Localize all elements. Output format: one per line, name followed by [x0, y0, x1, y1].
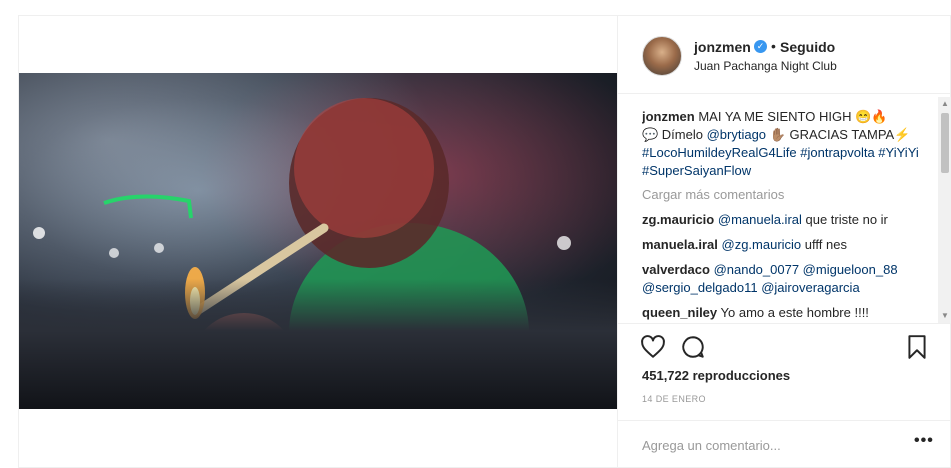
- scrollbar-thumb[interactable]: [941, 113, 949, 173]
- comment-text: ufff nes: [801, 237, 847, 252]
- post-date[interactable]: 14 DE ENERO: [642, 394, 706, 404]
- comment-username[interactable]: valverdaco: [642, 262, 710, 277]
- comments-list[interactable]: jonzmen MAI YA ME SIENTO HIGH 😁🔥 💬 Dímel…: [642, 108, 922, 338]
- load-more-comments-button[interactable]: Cargar más comentarios: [642, 186, 922, 204]
- comment-username[interactable]: manuela.iral: [642, 237, 718, 252]
- post-header: jonzmen ✓ • Seguido Juan Pachanga Night …: [618, 16, 951, 94]
- comment-text: que triste no ir: [801, 212, 888, 227]
- comment-item: valverdaco @nando_0077 @migueloon_88 @se…: [642, 261, 922, 297]
- comment-item: zg.mauricio @manuela.iral que triste no …: [642, 211, 922, 229]
- comment-mention[interactable]: @zg.mauricio: [722, 237, 802, 252]
- verified-badge-icon: ✓: [754, 40, 767, 53]
- photo-crowd: [19, 279, 617, 409]
- bookmark-icon[interactable]: [904, 334, 930, 360]
- caption-mention[interactable]: @brytiago: [707, 127, 766, 142]
- comment-input[interactable]: [642, 436, 882, 454]
- comment-username[interactable]: queen_niley: [642, 305, 717, 320]
- views-count[interactable]: 451,722 reproducciones: [642, 368, 790, 383]
- scroll-up-arrow-icon[interactable]: ▲: [940, 99, 950, 109]
- more-options-icon[interactable]: •••: [914, 432, 934, 450]
- add-comment-bar: •••: [618, 420, 951, 467]
- username-link[interactable]: jonzmen: [694, 39, 751, 55]
- scroll-down-arrow-icon[interactable]: ▼: [940, 311, 950, 321]
- caption-text-3: ✋🏽 GRACIAS TAMPA⚡: [766, 127, 911, 142]
- location-link[interactable]: Juan Pachanga Night Club: [694, 59, 837, 73]
- comment-username[interactable]: zg.mauricio: [642, 212, 714, 227]
- heart-icon[interactable]: [640, 334, 666, 360]
- comment-text: Yo amo a este hombre !!!!: [720, 305, 869, 320]
- caption-hashtags[interactable]: #LocoHumildeyRealG4Life #jontrapvolta #Y…: [642, 145, 919, 178]
- caption: jonzmen MAI YA ME SIENTO HIGH 😁🔥 💬 Dímel…: [642, 108, 922, 180]
- avatar[interactable]: [642, 36, 682, 76]
- caption-username[interactable]: jonzmen: [642, 109, 695, 124]
- caption-text-2: 💬 Dímelo: [642, 127, 707, 142]
- action-bar: [618, 323, 951, 368]
- comments-scrollbar[interactable]: ▲ ▼: [938, 97, 951, 323]
- follow-status-button[interactable]: Seguido: [780, 39, 835, 55]
- comment-mention[interactable]: @manuela.iral: [718, 212, 802, 227]
- caption-text-1: MAI YA ME SIENTO HIGH 😁🔥: [694, 109, 888, 124]
- comment-item: manuela.iral @zg.mauricio ufff nes: [642, 236, 922, 254]
- separator-dot: •: [771, 38, 776, 54]
- post-card: jonzmen ✓ • Seguido Juan Pachanga Night …: [18, 15, 951, 468]
- comment-bubble-icon[interactable]: [680, 334, 706, 360]
- post-sidebar: jonzmen ✓ • Seguido Juan Pachanga Night …: [617, 16, 951, 467]
- media-area: [19, 16, 617, 467]
- post-video[interactable]: [19, 73, 617, 409]
- comment-item: queen_niley Yo amo a este hombre !!!!: [642, 304, 922, 322]
